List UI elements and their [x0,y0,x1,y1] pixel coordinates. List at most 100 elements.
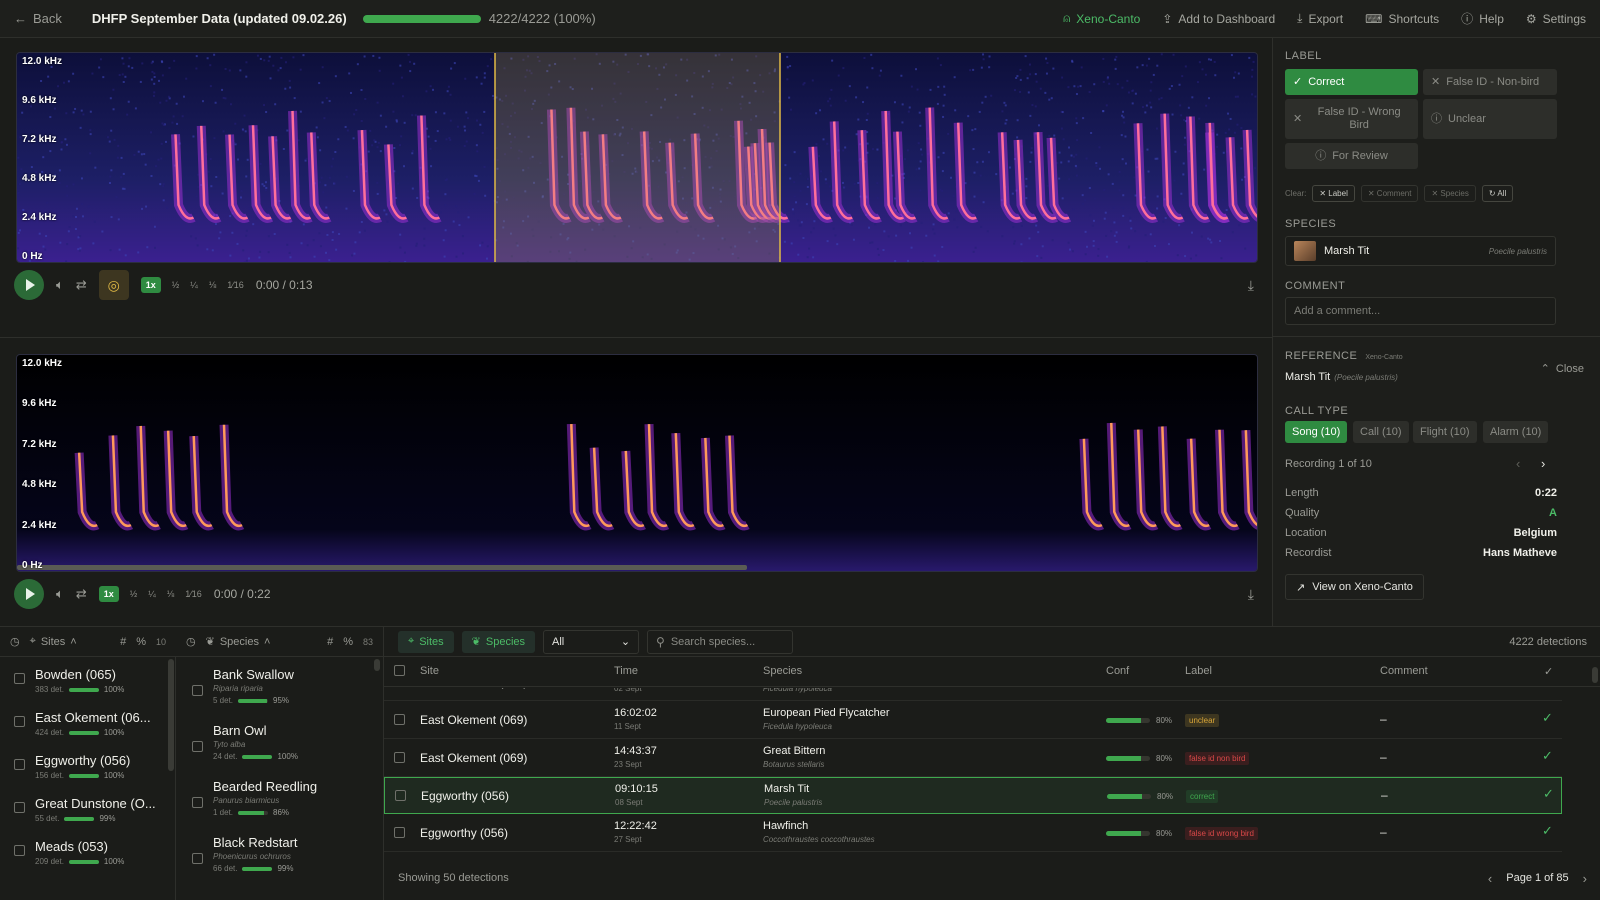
comment-input[interactable] [1285,297,1556,325]
table-scrollbar[interactable] [1592,667,1598,683]
prev-recording-icon[interactable]: ‹ [1516,456,1520,471]
speed-option[interactable]: 1⁄16 [185,589,202,599]
nav-keyboard-button[interactable]: ⌨ Shortcuts [1365,12,1439,26]
close-reference-button[interactable]: ⌃ Close [1541,362,1584,376]
detection-spectrogram[interactable]: 12.0 kHz 9.6 kHz 7.2 kHz 4.8 kHz 2.4 kHz 0 Hz [16,52,1258,263]
site-checkbox[interactable] [14,845,25,856]
label-option-false-id-non-bird[interactable]: ✕ False ID - Non-bird [1423,69,1557,95]
column-header-time[interactable]: Time [614,665,638,677]
clear-all-button[interactable]: ↻ All [1481,185,1514,202]
species-pct[interactable]: % [343,636,353,648]
speed-option[interactable]: ⅛ [209,280,217,290]
table-row[interactable]: East Okement (069) 16:02:02 11 Sept Europea… [384,702,1562,739]
table-row[interactable]: Eggworthy (056) 09:10:15 08 Sept Marsh Tit P… [384,777,1562,814]
table-row[interactable]: East Okement (069) 14:43:37 23 Sept Great B… [384,740,1562,777]
speed-option[interactable]: 1x [98,586,119,602]
reviewed-check-icon[interactable]: ✓ [1542,748,1553,764]
play-button[interactable] [14,579,44,609]
loop-icon[interactable]: ⇄ [76,586,87,602]
sites-hash[interactable]: # [120,636,126,648]
download-icon[interactable]: ⤓ [1248,277,1254,294]
species-checkbox[interactable] [192,853,203,864]
nav-help-button[interactable]: ⓘ Help [1461,10,1504,27]
species-checkbox[interactable] [192,741,203,752]
species-checkbox[interactable] [192,685,203,696]
site-list-item[interactable]: Eggworthy (056) 156 det. 100% [14,753,157,780]
row-checkbox[interactable] [395,790,406,801]
play-button[interactable] [14,270,44,300]
back-button[interactable]: ← Back [14,11,62,26]
clear-label-button[interactable]: ✕ Label [1312,185,1355,202]
nav-upload-button[interactable]: ⇪ Add to Dashboard [1162,12,1275,26]
species-scrollbar[interactable] [374,659,380,671]
species-sort-button[interactable]: ❦ Species ˄ [206,635,271,649]
nav-bird-button[interactable]: ⍝ Xeno-Canto [1063,11,1140,26]
label-option-false-id-wrong-bird[interactable]: ✕ False ID - Wrong Bird [1285,99,1418,139]
speed-option[interactable]: ⅛ [167,589,175,599]
reference-spectrogram[interactable]: 12.0 kHz 9.6 kHz 7.2 kHz 4.8 kHz 2.4 kHz 0 Hz [16,354,1258,572]
call-type-call[interactable]: Call (10) [1353,421,1409,443]
site-checkbox[interactable] [14,673,25,684]
species-selector[interactable]: Marsh Tit Poecile palustris [1285,236,1556,266]
species-checkbox[interactable] [192,797,203,808]
search-input[interactable] [670,635,781,648]
call-type-song[interactable]: Song (10) [1285,421,1348,443]
label-option-unclear[interactable]: ⓘ Unclear [1423,99,1557,139]
column-header-site[interactable]: Site [420,665,439,677]
column-header-comment[interactable]: Comment [1380,665,1428,677]
call-type-alarm[interactable]: Alarm (10) [1483,421,1549,443]
label-option-for-review[interactable]: ⓘ For Review [1285,143,1418,169]
species-list-item[interactable]: Bearded Reedling Panurus biarmicus 1 det. 8… [192,779,317,817]
reviewed-check-icon[interactable]: ✓ [1543,786,1554,802]
column-header-conf[interactable]: Conf [1106,665,1129,677]
speed-option[interactable]: ¼ [190,280,198,290]
table-row[interactable]: 02 Sept Ficedula hypoleuca East Okement (0… [384,688,1562,701]
row-checkbox[interactable] [394,714,405,725]
label-option-correct[interactable]: ✓ Correct [1285,69,1418,95]
species-list-item[interactable]: Bank Swallow Riparia riparia 5 det. 95% [192,667,294,705]
download-icon[interactable]: ⤓ [1248,586,1254,603]
speed-option[interactable]: ½ [172,280,180,290]
site-checkbox[interactable] [14,759,25,770]
site-checkbox[interactable] [14,802,25,813]
clear-comment-button[interactable]: ✕ Comment [1360,185,1419,202]
volume-icon[interactable]: 🔈︎ [56,586,64,602]
speed-option[interactable]: 1⁄16 [227,280,244,290]
label-filter-select[interactable]: All ⌄ [543,629,640,654]
sites-scrollbar[interactable] [168,659,174,771]
site-list-item[interactable]: Great Dunstone (O... 55 det. 99% [14,796,157,823]
next-recording-icon[interactable]: › [1541,456,1545,471]
column-header-label[interactable]: Label [1185,665,1212,677]
species-list-item[interactable]: Barn Owl Tyto alba 24 det. 100% [192,723,298,761]
speed-option[interactable]: ¼ [148,589,156,599]
column-header-species[interactable]: Species [763,665,802,677]
select-all-checkbox[interactable] [394,665,405,676]
nav-download-button[interactable]: ⤓ Export [1297,11,1343,26]
site-list-item[interactable]: Bowden (065) 383 det. 100% [14,667,157,694]
sites-sort-button[interactable]: ⌖ Sites ˄ [30,635,77,648]
site-list-item[interactable]: East Okement (06... 424 det. 100% [14,710,157,737]
focus-selection-button[interactable]: ◎ [98,270,129,300]
row-checkbox[interactable] [394,826,405,838]
loop-icon[interactable]: ⇄ [76,277,87,293]
table-row[interactable]: Eggworthy (056) 12:22:42 27 Sept Hawfinch Co… [384,815,1562,852]
species-filter-pill[interactable]: ❦ Species [461,630,536,653]
reviewed-check-icon[interactable]: ✓ [1542,823,1553,839]
species-list-item[interactable]: Black Redstart Phoenicurus ochruros 66 det… [192,835,298,873]
next-page-icon[interactable]: › [1583,871,1587,886]
nav-gear-button[interactable]: ⚙ Settings [1526,12,1586,26]
clear-species-button[interactable]: ✕ Species [1424,185,1476,202]
sites-pct[interactable]: % [136,636,146,648]
site-checkbox[interactable] [14,716,25,727]
volume-icon[interactable]: 🔈︎ [56,277,64,293]
column-header-reviewed[interactable]: ✓ [1544,665,1553,678]
speed-option[interactable]: ½ [130,589,138,599]
row-checkbox[interactable] [394,751,405,763]
view-on-xeno-canto-button[interactable]: ↗ View on Xeno-Canto [1285,574,1424,600]
species-hash[interactable]: # [327,636,333,648]
reviewed-check-icon[interactable]: ✓ [1542,710,1553,726]
sites-filter-pill[interactable]: ⌖ Sites [398,630,454,653]
prev-page-icon[interactable]: ‹ [1488,871,1492,886]
site-list-item[interactable]: Meads (053) 209 det. 100% [14,839,157,866]
call-type-flight[interactable]: Flight (10) [1413,421,1477,443]
